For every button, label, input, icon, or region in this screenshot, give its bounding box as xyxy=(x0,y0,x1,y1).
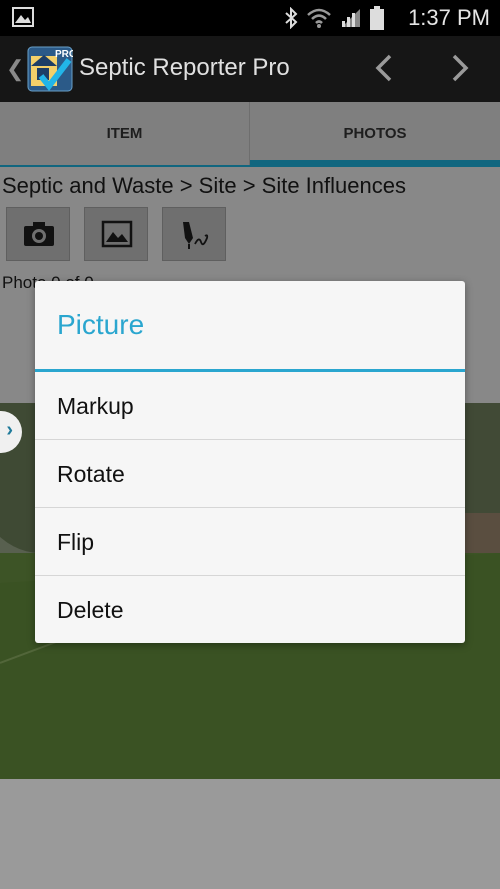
dialog-title: Picture xyxy=(57,309,145,340)
menu-item-markup[interactable]: Markup xyxy=(35,372,465,440)
tab-bar: ITEM PHOTOS xyxy=(0,102,500,166)
camera-icon xyxy=(24,222,54,246)
bluetooth-icon xyxy=(285,7,298,29)
action-bar: ❮ PRO Septic Reporter Pro xyxy=(0,36,500,102)
battery-icon xyxy=(370,6,384,30)
picture-dialog: Picture Markup Rotate Flip Delete xyxy=(35,281,465,643)
breadcrumb: Septic and Waste > Site > Site Influence… xyxy=(2,173,406,198)
status-time: 1:37 PM xyxy=(408,5,490,30)
pen-signature-icon xyxy=(183,222,209,249)
app-title: Septic Reporter Pro xyxy=(79,54,290,81)
camera-button[interactable] xyxy=(6,207,70,261)
menu-item-delete[interactable]: Delete xyxy=(35,576,465,644)
selected-tab-indicator xyxy=(250,160,500,167)
tab-photos[interactable]: PHOTOS xyxy=(250,102,500,166)
signal-icon xyxy=(342,9,360,27)
image-icon xyxy=(101,220,133,248)
gallery-button[interactable] xyxy=(84,207,148,261)
app-icon-badge: PRO xyxy=(55,49,73,60)
wifi-icon xyxy=(307,8,331,28)
up-caret-icon[interactable]: ❮ xyxy=(6,56,24,82)
status-bar: 1:37 PM xyxy=(0,0,500,36)
gallery-notification-icon xyxy=(12,7,34,27)
app-logo-icon[interactable]: PRO xyxy=(27,46,73,92)
previous-arrow-icon[interactable] xyxy=(368,50,400,86)
next-arrow-icon[interactable] xyxy=(444,50,476,86)
menu-item-flip[interactable]: Flip xyxy=(35,508,465,576)
chevron-right-icon: › xyxy=(6,419,13,441)
status-icons xyxy=(284,6,384,30)
signature-button[interactable] xyxy=(162,207,226,261)
menu-item-rotate[interactable]: Rotate xyxy=(35,440,465,508)
tab-item[interactable]: ITEM xyxy=(0,102,250,166)
bottom-area xyxy=(0,779,500,889)
